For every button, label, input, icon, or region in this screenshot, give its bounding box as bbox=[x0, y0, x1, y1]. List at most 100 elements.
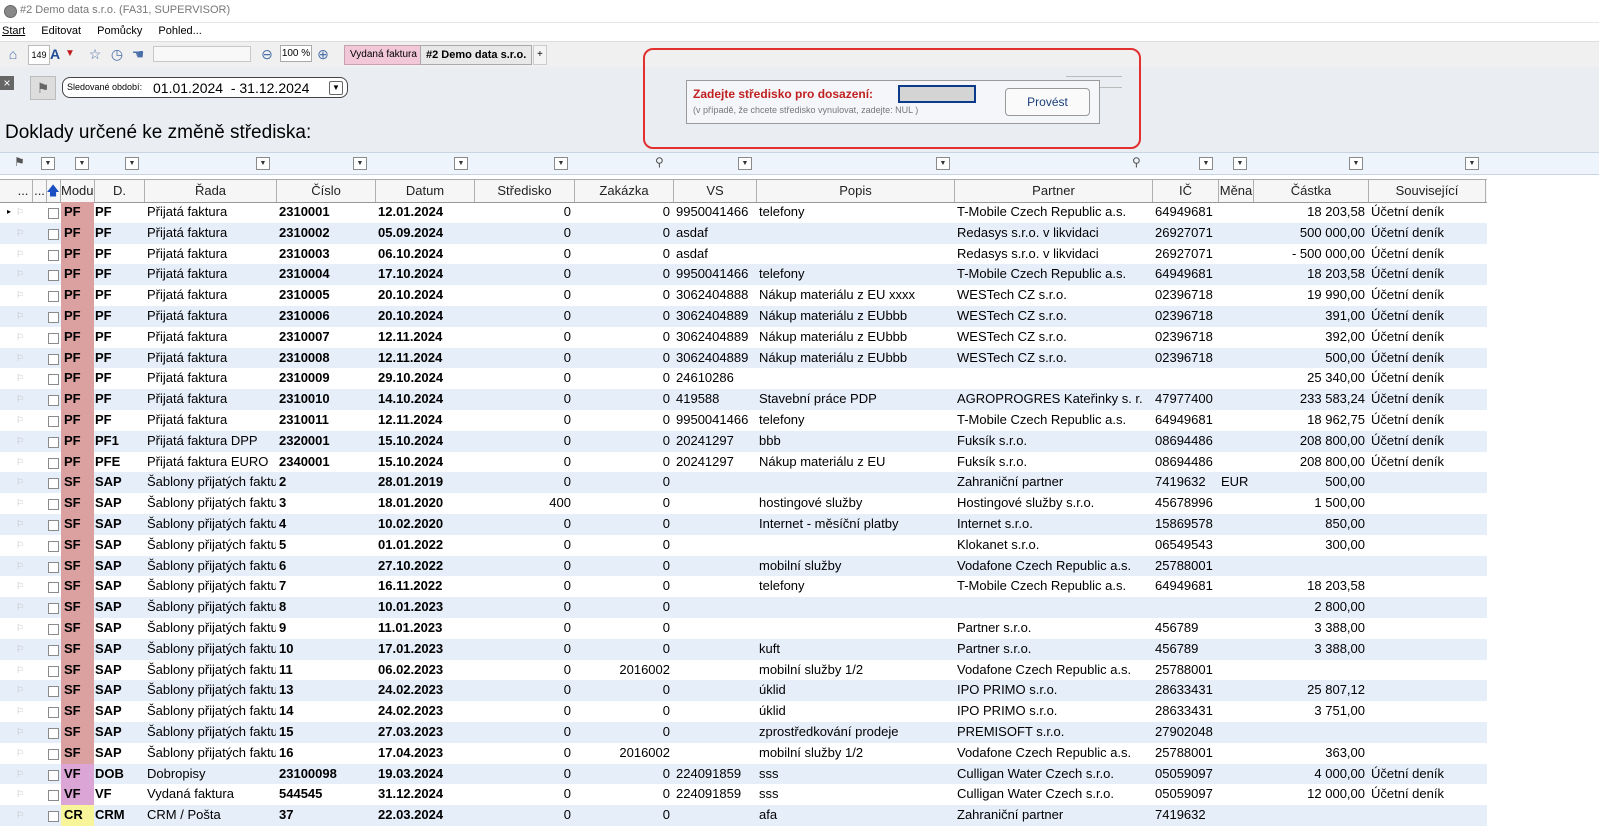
star-icon[interactable]: ☆ bbox=[86, 45, 104, 63]
row-checkbox[interactable] bbox=[48, 707, 59, 719]
row-checkbox[interactable] bbox=[48, 374, 59, 386]
table-row[interactable]: ⚐ PF PF Přijatá faktura 2310006 20.10.2024 0 0 3… bbox=[0, 305, 1487, 327]
table-row[interactable]: ⚐ PF PF Přijatá faktura 2310008 12.11.2024 0 0 3… bbox=[0, 347, 1487, 369]
filter-flag-icon[interactable]: ⚑ bbox=[14, 155, 25, 169]
chevron-down-icon[interactable]: ▼ bbox=[329, 81, 343, 95]
zoom-in-icon[interactable]: ⊕ bbox=[315, 45, 331, 63]
row-checkbox[interactable] bbox=[48, 582, 59, 594]
row-checkbox[interactable] bbox=[48, 228, 59, 240]
row-checkbox[interactable] bbox=[48, 311, 59, 323]
row-checkbox[interactable] bbox=[48, 270, 59, 282]
tab-vydana-faktura[interactable]: Vydaná faktura bbox=[344, 45, 423, 65]
dropdown-arrow-icon[interactable]: ▼ bbox=[64, 45, 76, 63]
table-row[interactable]: ⚐ PF PF Přijatá faktura 2310004 17.10.2024 0 0 9… bbox=[0, 264, 1487, 286]
table-row[interactable]: ⚐ VF DOB Dobropisy 23100098 19.03.2024 0 0 22409… bbox=[0, 763, 1487, 785]
table-row[interactable]: ⚐ SF SAP Šablony přijatých faktur 11 06.02.20… bbox=[0, 659, 1487, 681]
table-row[interactable]: ⚐ SF SAP Šablony přijatých faktur 4 10.02.202… bbox=[0, 513, 1487, 535]
table-row[interactable]: ⚐ VF VF Vydaná faktura 544545 31.12.2024 0 0 224… bbox=[0, 784, 1487, 806]
row-flag-icon[interactable]: ⚐ bbox=[16, 561, 24, 571]
row-checkbox[interactable] bbox=[48, 519, 59, 531]
table-row[interactable]: ⚐ PF PFE Přijatá faktura EURO 2340001 15.10.2… bbox=[0, 451, 1487, 473]
row-flag-icon[interactable]: ⚐ bbox=[16, 353, 24, 363]
clock-icon[interactable]: ◷ bbox=[108, 45, 126, 63]
filter-dropdown[interactable]: ▼ bbox=[554, 157, 568, 170]
row-flag-icon[interactable]: ⚐ bbox=[16, 769, 24, 779]
close-icon[interactable]: × bbox=[0, 76, 14, 90]
col-d[interactable]: D. bbox=[95, 180, 145, 202]
row-flag-icon[interactable]: ⚐ bbox=[16, 477, 24, 487]
row-checkbox[interactable] bbox=[48, 499, 59, 511]
table-row[interactable]: ⚐ SF SAP Šablony přijatých faktur 9 11.01.202… bbox=[0, 617, 1487, 639]
table-row[interactable]: ⚐ PF PF1 Přijatá faktura DPP 2320001 15.10.20… bbox=[0, 430, 1487, 452]
table-row[interactable]: ⚐ PF PF Přijatá faktura 2310002 05.09.2024 0 0 a… bbox=[0, 222, 1487, 244]
table-row[interactable]: ⚐ PF PF Přijatá faktura 2310010 14.10.2024 0 0 4… bbox=[0, 389, 1487, 410]
row-flag-icon[interactable]: ⚐ bbox=[16, 623, 24, 633]
period-selector[interactable]: Sledované období: 01.01.2024 - 31.12.202… bbox=[62, 77, 348, 98]
row-flag-icon[interactable]: ⚐ bbox=[16, 581, 24, 591]
col-ic[interactable]: IČ bbox=[1153, 180, 1219, 202]
table-row[interactable]: ⚐ SF SAP Šablony přijatých faktur 15 27.03.20… bbox=[0, 721, 1487, 743]
row-checkbox[interactable] bbox=[48, 332, 59, 344]
row-checkbox[interactable] bbox=[48, 603, 59, 615]
row-checkbox[interactable] bbox=[48, 623, 59, 635]
row-flag-icon[interactable]: ⚐ bbox=[16, 685, 24, 695]
table-row[interactable]: ⚐ SF SAP Šablony přijatých faktur 5 01.01.202… bbox=[0, 534, 1487, 556]
row-checkbox[interactable] bbox=[48, 353, 59, 365]
col-rada[interactable]: Řada bbox=[145, 180, 277, 202]
row-flag-icon[interactable]: ⚐ bbox=[16, 394, 24, 404]
row-flag-icon[interactable]: ⚐ bbox=[16, 644, 24, 654]
table-row[interactable]: ⚐ PF PF Přijatá faktura 2310009 29.10.2024 0 0 2… bbox=[0, 368, 1487, 390]
zoom-level[interactable]: 100 % bbox=[280, 45, 312, 62]
row-flag-icon[interactable]: ⚐ bbox=[16, 665, 24, 675]
filter-dropdown[interactable]: ▼ bbox=[1465, 157, 1479, 170]
table-row[interactable]: ⚐ PF PF Přijatá faktura 2310003 06.10.2024 0 0 a… bbox=[0, 243, 1487, 265]
table-row[interactable]: ⚐ SF SAP Šablony přijatých faktur 14 24.02.20… bbox=[0, 701, 1487, 722]
menu-editovat[interactable]: Editovat bbox=[41, 23, 81, 37]
row-checkbox[interactable] bbox=[48, 790, 59, 802]
table-row[interactable]: ⚐ SF SAP Šablony přijatých faktur 7 16.11.202… bbox=[0, 576, 1487, 598]
row-flag-icon[interactable]: ⚐ bbox=[16, 415, 24, 425]
table-row[interactable]: ⚐ SF SAP Šablony přijatých faktur 8 10.01.202… bbox=[0, 597, 1487, 618]
table-row[interactable]: ⚐ SF SAP Šablony přijatých faktur 10 17.01.20… bbox=[0, 638, 1487, 660]
row-flag-icon[interactable]: ⚐ bbox=[16, 249, 24, 259]
col-modul[interactable]: Modul bbox=[61, 180, 95, 202]
flag-button[interactable]: ⚑ bbox=[30, 76, 56, 100]
row-checkbox[interactable] bbox=[48, 249, 59, 261]
table-row[interactable]: ⚐ SF SAP Šablony přijatých faktur 16 17.04.20… bbox=[0, 742, 1487, 764]
row-flag-icon[interactable]: ⚐ bbox=[16, 269, 24, 279]
row-flag-icon[interactable]: ⚐ bbox=[16, 789, 24, 799]
row-checkbox[interactable] bbox=[48, 415, 59, 427]
home-icon[interactable]: ⌂ bbox=[4, 45, 22, 63]
row-flag-icon[interactable]: ⚐ bbox=[16, 290, 24, 300]
row-checkbox[interactable] bbox=[48, 457, 59, 469]
table-row[interactable]: ⚐ SF SAP Šablony přijatých faktur 13 24.02.20… bbox=[0, 680, 1487, 702]
col-partner[interactable]: Partner bbox=[955, 180, 1153, 202]
table-row[interactable]: ⚐ SF SAP Šablony přijatých faktur 6 27.10.202… bbox=[0, 555, 1487, 577]
row-flag-icon[interactable]: ⚐ bbox=[16, 810, 24, 820]
row-checkbox[interactable] bbox=[48, 727, 59, 739]
filter-dropdown[interactable]: ▼ bbox=[738, 157, 752, 170]
row-flag-icon[interactable]: ⚐ bbox=[16, 727, 24, 737]
col-souvisejici[interactable]: Související bbox=[1369, 180, 1486, 202]
row-checkbox[interactable] bbox=[48, 769, 59, 781]
filter-dropdown[interactable]: ▼ bbox=[75, 157, 89, 170]
col-castka[interactable]: Částka bbox=[1254, 180, 1369, 202]
row-flag-icon[interactable]: ⚐ bbox=[16, 373, 24, 383]
col-dots[interactable]: ... bbox=[14, 180, 33, 202]
filter-clip-icon[interactable]: ⚲ bbox=[655, 155, 664, 169]
col-stredisko[interactable]: Středisko bbox=[475, 180, 575, 202]
filter-clip-icon[interactable]: ⚲ bbox=[1132, 155, 1141, 169]
row-checkbox[interactable] bbox=[48, 748, 59, 760]
filter-dropdown[interactable]: ▼ bbox=[256, 157, 270, 170]
table-row[interactable]: ▸ ⚐ PF PF Přijatá faktura 2310001 12.01.2024 0 0… bbox=[0, 202, 1487, 223]
sort-up-icon[interactable]: 🡅 bbox=[46, 180, 61, 202]
hand-icon[interactable]: ☚ bbox=[129, 45, 147, 63]
filter-dropdown[interactable]: ▼ bbox=[1233, 157, 1247, 170]
filter-dropdown[interactable]: ▼ bbox=[125, 157, 139, 170]
row-flag-icon[interactable]: ⚐ bbox=[16, 311, 24, 321]
table-row[interactable]: ⚐ CR CRM CRM / Pošta 37 22.03.2024 0 0 afa Zahran… bbox=[0, 805, 1487, 826]
row-checkbox[interactable] bbox=[48, 686, 59, 698]
row-flag-icon[interactable]: ⚐ bbox=[16, 519, 24, 529]
filter-dropdown[interactable]: ▼ bbox=[454, 157, 468, 170]
col-zakazka[interactable]: Zakázka bbox=[575, 180, 674, 202]
